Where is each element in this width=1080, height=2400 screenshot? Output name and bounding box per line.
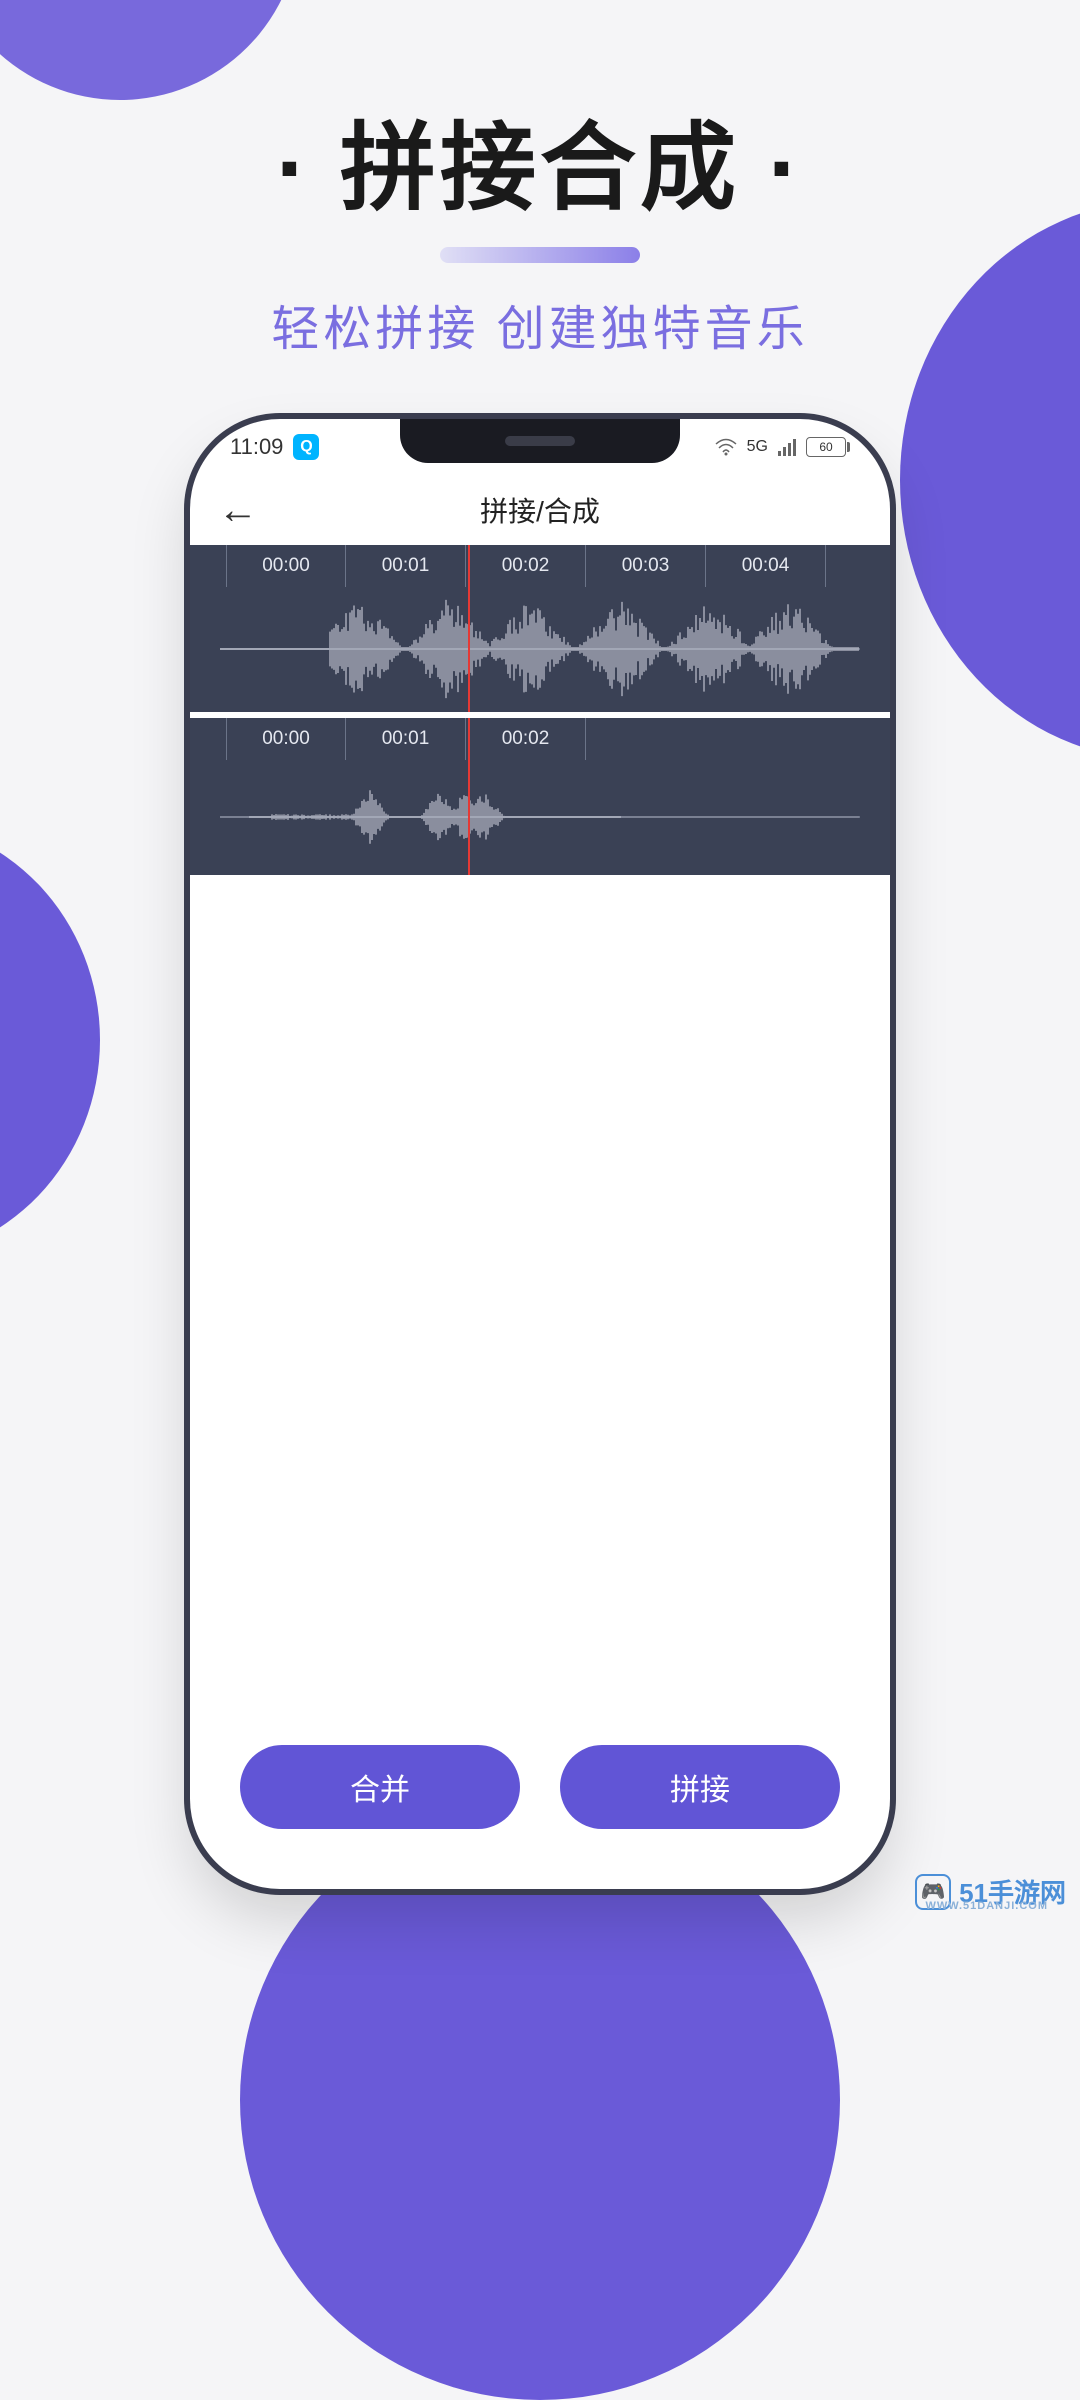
playhead[interactable] — [468, 718, 470, 875]
status-network-label: 5G — [747, 438, 768, 456]
phone-notch — [400, 419, 680, 463]
splice-button[interactable]: 拼接 — [560, 1745, 840, 1829]
status-app-icon — [293, 434, 319, 460]
playhead[interactable] — [468, 545, 470, 712]
audio-track-1[interactable]: 00:00 00:01 00:02 00:03 00:04 — [190, 545, 890, 712]
time-label: 00:02 — [466, 545, 586, 587]
status-time: 11:09 — [230, 434, 283, 460]
time-label: 00:00 — [226, 718, 346, 760]
battery-level: 60 — [806, 437, 846, 457]
time-ruler: 00:00 00:01 00:02 00:03 00:04 — [190, 545, 890, 587]
time-label: 00:00 — [226, 545, 346, 587]
battery-icon: 60 — [806, 437, 850, 457]
waveform[interactable] — [190, 587, 890, 712]
time-label: 00:04 — [706, 545, 826, 587]
phone-mockup: 11:09 5G 60 ← 拼接/合成 00:00 00:01 00:02 00… — [190, 419, 890, 1889]
headline-subtitle: 轻松拼接 创建独特音乐 — [0, 289, 1080, 359]
merge-button[interactable]: 合并 — [240, 1745, 520, 1829]
waveform[interactable] — [190, 760, 890, 875]
back-button[interactable]: ← — [218, 488, 258, 533]
watermark-sub: WWW.51DANJI.COM — [925, 1900, 1048, 1912]
watermark: 🎮 51手游网 WWW.51DANJI.COM — [915, 1873, 1066, 1910]
headline-title: 拼接合成 — [0, 90, 1080, 229]
cellular-icon — [778, 438, 796, 456]
waveform-svg — [220, 587, 860, 712]
marketing-headline: 拼接合成 轻松拼接 创建独特音乐 — [0, 0, 1080, 359]
app-header: ← 拼接/合成 — [190, 475, 890, 545]
time-label: 00:03 — [586, 545, 706, 587]
waveform-svg — [220, 760, 860, 875]
time-label: 00:01 — [346, 718, 466, 760]
bg-blob — [240, 1800, 840, 2400]
wifi-icon — [715, 438, 737, 456]
bg-blob — [0, 820, 100, 1260]
time-ruler: 00:00 00:01 00:02 — [190, 718, 890, 760]
headline-underline — [440, 247, 640, 263]
action-bar: 合并 拼接 — [190, 1745, 890, 1829]
page-title: 拼接/合成 — [480, 490, 600, 530]
audio-track-2[interactable]: 00:00 00:01 00:02 — [190, 718, 890, 875]
time-label: 00:02 — [466, 718, 586, 760]
time-label: 00:01 — [346, 545, 466, 587]
